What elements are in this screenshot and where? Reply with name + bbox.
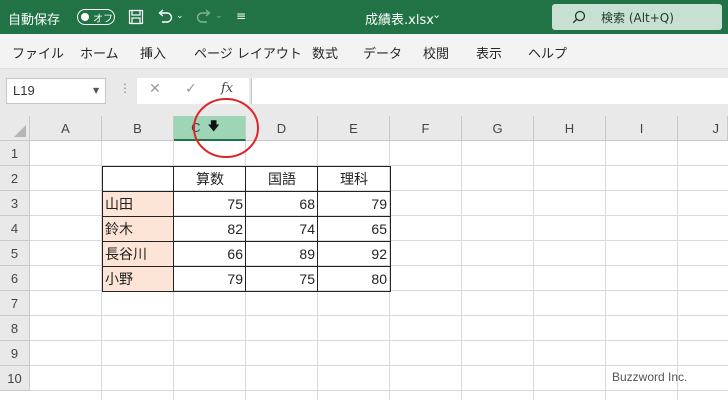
enter-icon[interactable]: ✓ <box>185 81 197 97</box>
file-name-dropdown-icon[interactable]: ⌄ <box>432 8 441 21</box>
undo-icon[interactable] <box>156 9 174 25</box>
ribbon-tabs: ファイル ホーム 挿入 ページ レイアウト 数式 データ 校閲 表示 ヘルプ <box>0 34 728 69</box>
tab-page-layout[interactable]: ページ レイアウト <box>194 43 302 62</box>
autosave-toggle[interactable]: オフ <box>77 9 115 25</box>
highlight-circle <box>193 98 259 158</box>
name-box[interactable]: L19 ▼ <box>6 78 106 104</box>
toggle-knob <box>81 13 89 21</box>
tab-formulas[interactable]: 数式 <box>312 43 338 62</box>
row-header-8[interactable]: 8 <box>0 316 30 341</box>
row-header-5[interactable]: 5 <box>0 241 30 266</box>
row-header-6[interactable]: 6 <box>0 266 30 291</box>
save-icon[interactable] <box>128 9 144 25</box>
title-bar: 自動保存 オフ ⌄ ⌄ ≡ 成績表.xlsx ⌄ 検索 (Alt+Q) <box>0 0 728 34</box>
select-all-corner[interactable] <box>0 116 30 141</box>
tab-insert[interactable]: 挿入 <box>140 43 166 62</box>
row-header-1[interactable]: 1 <box>0 141 30 166</box>
row-header-2[interactable]: 2 <box>0 166 30 191</box>
search-box[interactable]: 検索 (Alt+Q) <box>552 4 722 30</box>
search-placeholder: 検索 (Alt+Q) <box>601 11 674 25</box>
tab-data[interactable]: データ <box>363 43 402 62</box>
column-header-a[interactable]: A <box>30 116 102 141</box>
table-borders <box>102 166 391 292</box>
row-header-4[interactable]: 4 <box>0 216 30 241</box>
select-all-triangle-icon <box>14 125 26 137</box>
file-name: 成績表.xlsx <box>365 13 434 28</box>
row-header-9[interactable]: 9 <box>0 341 30 366</box>
formula-bar: L19 ▼ ⋮ ✕ ✓ fx <box>0 69 728 116</box>
watermark: Buzzword Inc. <box>612 370 688 384</box>
autosave-state: オフ <box>93 14 113 25</box>
column-header-g[interactable]: G <box>462 116 534 141</box>
formula-input[interactable] <box>251 78 728 104</box>
column-header-i[interactable]: I <box>606 116 678 141</box>
more-options-icon: ⋮ <box>119 81 131 95</box>
redo-icon[interactable] <box>195 9 213 25</box>
column-header-b[interactable]: B <box>102 116 174 141</box>
tab-help[interactable]: ヘルプ <box>528 43 567 62</box>
row-header-3[interactable]: 3 <box>0 191 30 216</box>
row-header-10[interactable]: 10 <box>0 366 30 391</box>
redo-dropdown-icon[interactable]: ⌄ <box>215 11 223 21</box>
name-box-value: L19 <box>13 83 35 98</box>
worksheet-grid: A B C 🡇 D E F G H I J 1 2 3 4 5 6 7 8 9 … <box>0 98 728 400</box>
column-header-j[interactable]: J <box>678 116 728 141</box>
customize-toolbar-icon[interactable]: ≡ <box>236 9 246 23</box>
name-box-dropdown-icon[interactable]: ▼ <box>93 86 99 95</box>
row-header-7[interactable]: 7 <box>0 291 30 316</box>
search-icon <box>572 10 586 24</box>
tab-review[interactable]: 校閲 <box>423 43 449 62</box>
cancel-icon[interactable]: ✕ <box>149 81 161 97</box>
column-header-e[interactable]: E <box>318 116 390 141</box>
autosave-label: 自動保存 <box>8 13 61 28</box>
insert-function-icon[interactable]: fx <box>221 81 233 96</box>
column-header-h[interactable]: H <box>534 116 606 141</box>
tab-view[interactable]: 表示 <box>476 43 502 62</box>
column-header-f[interactable]: F <box>390 116 462 141</box>
tab-file[interactable]: ファイル <box>12 43 64 62</box>
tab-home[interactable]: ホーム <box>80 43 119 62</box>
undo-dropdown-icon[interactable]: ⌄ <box>176 11 184 21</box>
